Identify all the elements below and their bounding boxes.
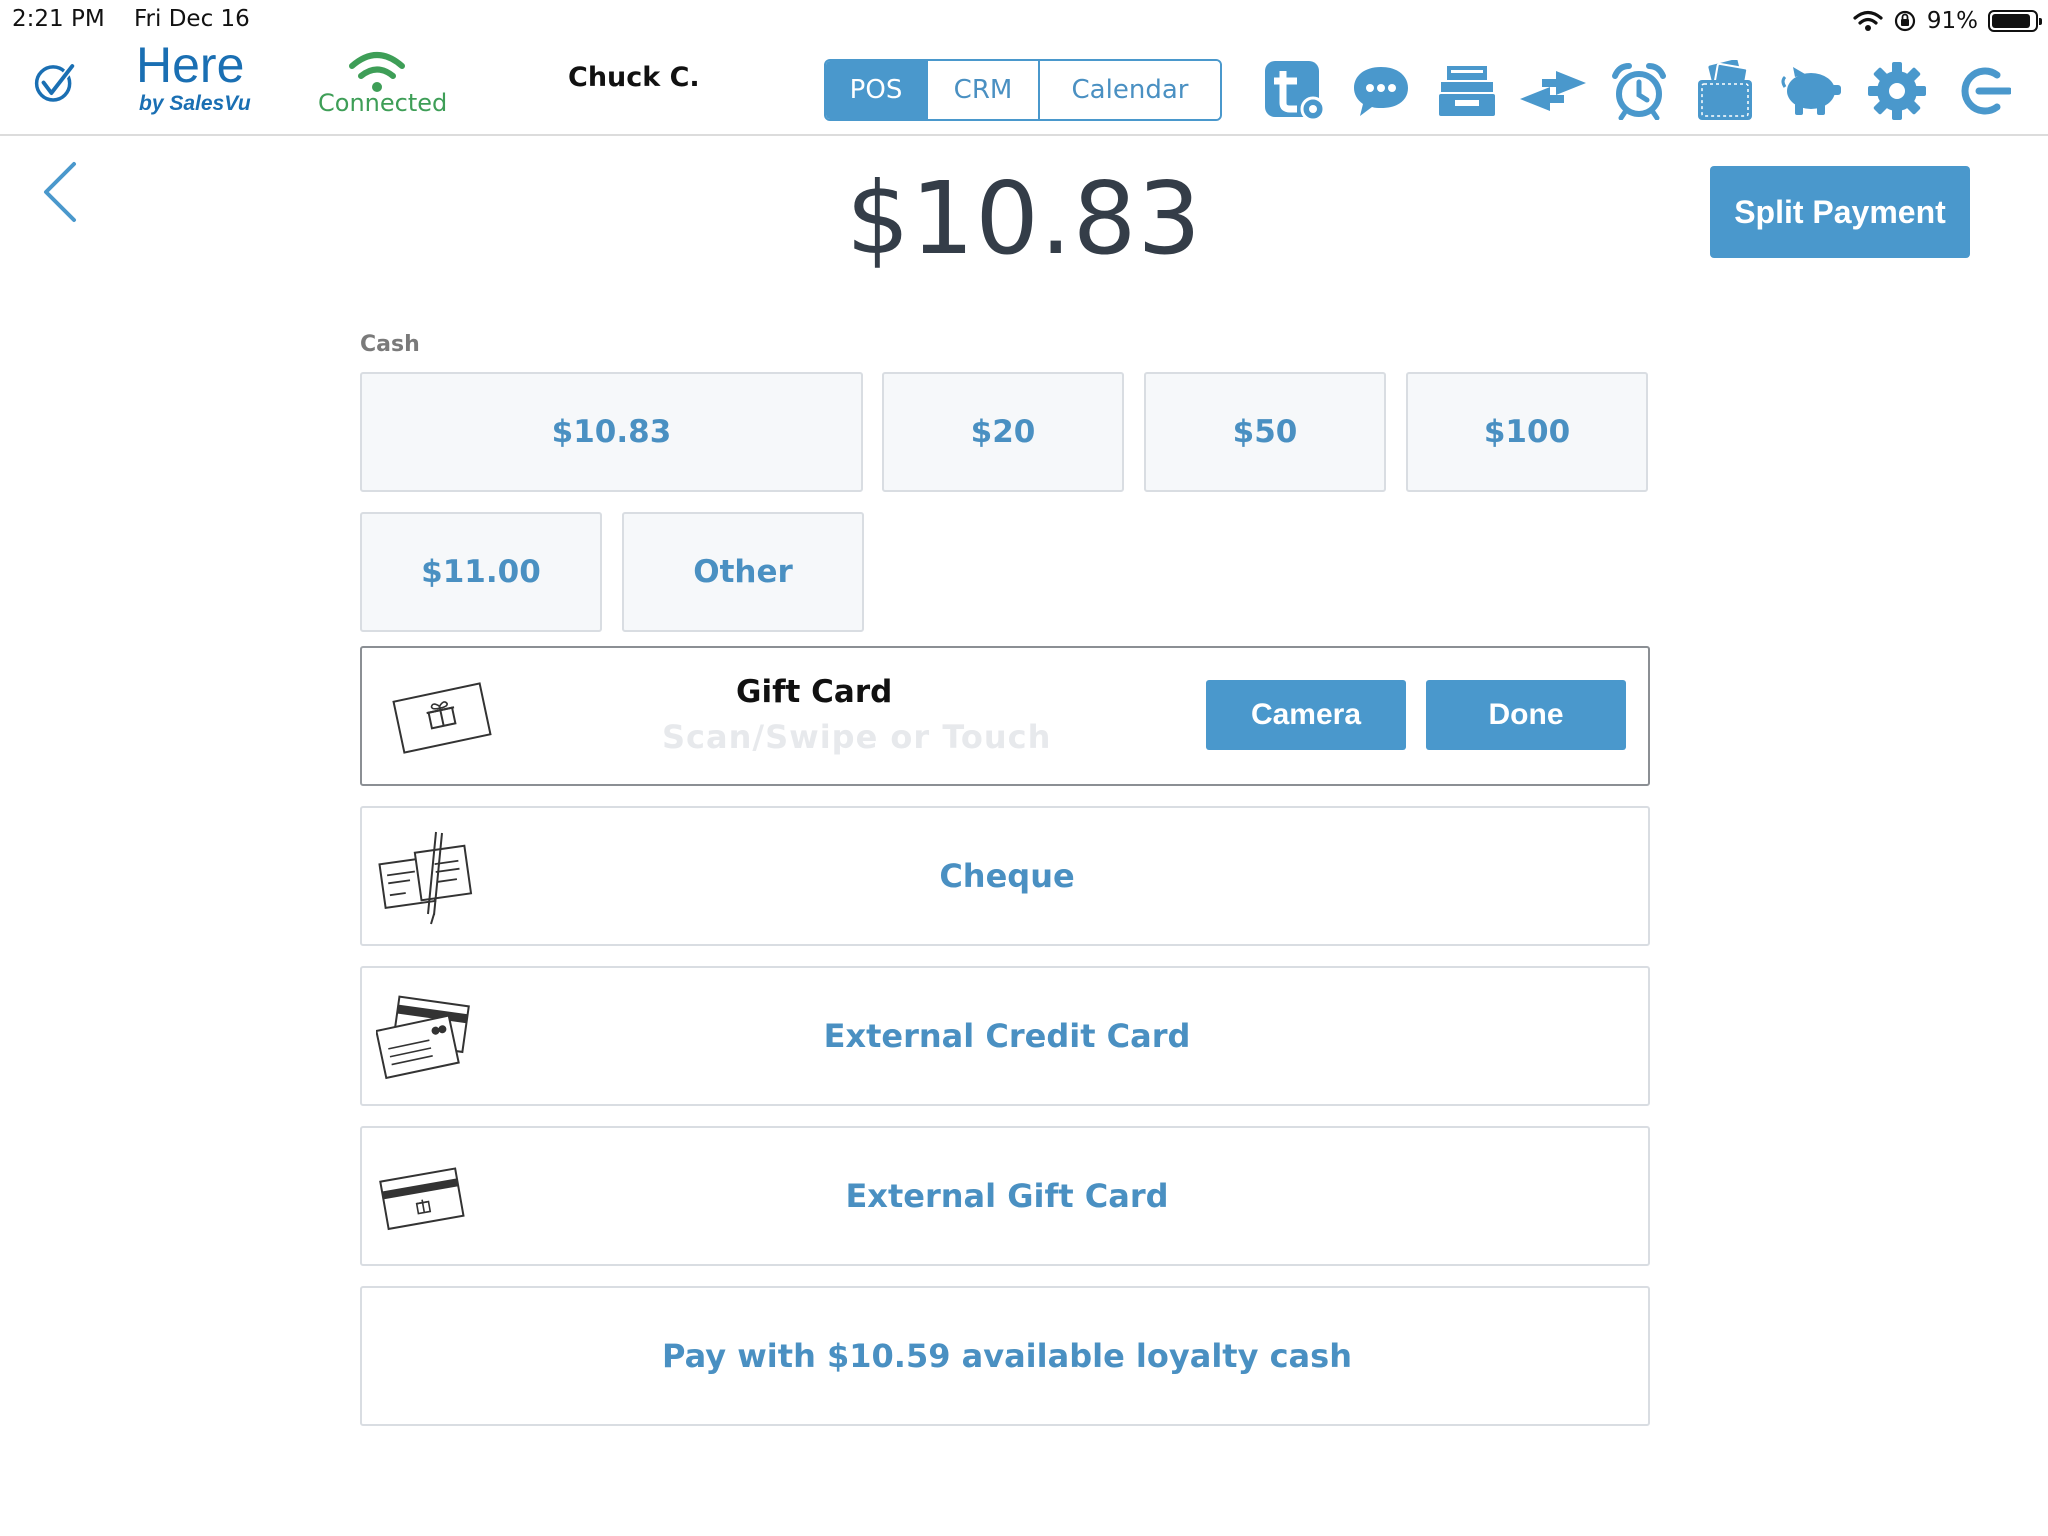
cash-other-button[interactable]: Other [622,512,864,632]
split-payment-button[interactable]: Split Payment [1710,166,1970,258]
cash-round-button[interactable]: $11.00 [360,512,602,632]
external-credit-card-label: External Credit Card [823,1017,1191,1055]
status-time: 2:21 PM [12,6,105,32]
logo-subtext: by SalesVu [139,92,251,115]
cash-50-button[interactable]: $50 [1144,372,1386,492]
status-date: Fri Dec 16 [134,6,250,32]
orientation-lock-icon [1894,10,1915,32]
cash-exact-button[interactable]: $10.83 [360,372,863,492]
logo-checkmark-icon [34,62,76,102]
cash-drawer-icon[interactable] [1432,56,1502,126]
status-bar-left: 2:21 PM Fri Dec 16 [12,6,250,32]
camera-button[interactable]: Camera [1206,680,1406,750]
external-gift-card-label: External Gift Card [845,1177,1169,1215]
user-name[interactable]: Chuck C. [568,62,700,93]
gift-card-icon [392,682,492,754]
wallet-icon[interactable] [1690,56,1760,126]
cash-100-button[interactable]: $100 [1406,372,1648,492]
gear-icon[interactable] [1862,56,1932,126]
module-tabs: POS CRM Calendar [824,59,1222,121]
battery-icon [1988,10,2042,32]
tab-pos[interactable]: POS [826,61,928,119]
gift-card-placeholder[interactable]: Scan/Swipe or Touch [662,718,1051,756]
alarm-clock-icon[interactable] [1604,56,1674,126]
logo-text: Here [136,37,245,93]
done-button[interactable]: Done [1426,680,1626,750]
cash-section-label: Cash [360,332,420,357]
piggy-bank-icon[interactable] [1776,56,1846,126]
status-bar-right: 91% [1853,6,2042,36]
tab-calendar[interactable]: Calendar [1040,61,1220,119]
gift-card-title: Gift Card [736,674,893,710]
timesheet-settings-icon[interactable] [1260,56,1330,126]
chat-icon[interactable] [1346,56,1416,126]
header-divider [0,134,2048,136]
tab-crm[interactable]: CRM [928,61,1040,119]
battery-percent: 91% [1926,8,1978,34]
external-credit-card-row[interactable]: External Credit Card [360,966,1650,1106]
loyalty-cash-label: Pay with $10.59 available loyalty cash [662,1337,1352,1375]
cash-20-button[interactable]: $20 [882,372,1124,492]
cheque-label: Cheque [939,857,1075,895]
loyalty-cash-row[interactable]: Pay with $10.59 available loyalty cash [360,1286,1650,1426]
external-gift-card-row[interactable]: External Gift Card [360,1126,1650,1266]
cheque-row[interactable]: Cheque [360,806,1650,946]
transfer-arrows-icon[interactable] [1518,56,1588,126]
gift-card-row[interactable]: Gift Card Scan/Swipe or Touch Camera Don… [360,646,1650,786]
logout-icon[interactable] [1948,56,2018,126]
wifi-icon [1853,10,1883,31]
connection-status: Connected [318,89,448,117]
wifi-connected-icon [349,52,405,92]
